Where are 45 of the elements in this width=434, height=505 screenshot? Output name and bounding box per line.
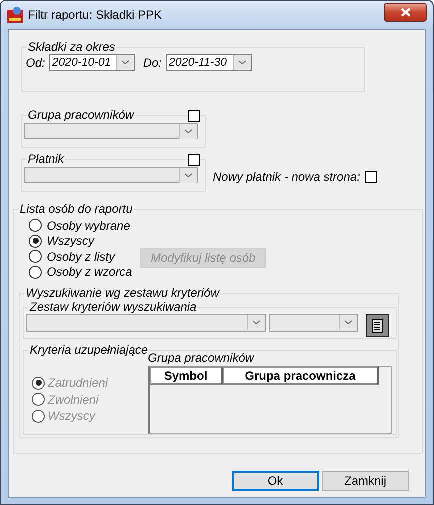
chevron-icon: [344, 320, 353, 325]
radio-label: Osoby z wzorca: [47, 265, 132, 280]
checkbox[interactable]: [188, 110, 200, 122]
group-label: Zestaw kryteriów wyszukiwania: [29, 300, 198, 314]
radio-label: Osoby wybrane: [47, 218, 130, 233]
dropdown-field[interactable]: [24, 167, 198, 183]
chevron-icon: [238, 60, 248, 65]
dropdown-field[interactable]: [24, 123, 198, 139]
group-label: Lista osób do raportu: [19, 202, 134, 216]
radio-label: Zwolnieni: [48, 392, 99, 407]
checkbox[interactable]: [365, 171, 378, 183]
criteria-button[interactable]: [366, 314, 389, 337]
window-title: Filtr raportu: Składki PPK: [28, 8, 164, 22]
radio-button[interactable]: [29, 266, 42, 279]
field-label: Do:: [143, 56, 162, 70]
chevron-icon: [184, 173, 193, 178]
group-label: Płatnik: [27, 152, 66, 166]
radio-label: Wszyscy: [48, 409, 96, 424]
dialog-button[interactable]: Ok: [232, 471, 319, 491]
date-field[interactable]: 2020-10-01: [49, 54, 136, 71]
app-icon: [7, 7, 23, 23]
dialog-button[interactable]: Zamknij: [322, 471, 409, 491]
chevron-icon: [184, 129, 193, 134]
radio-button[interactable]: [29, 250, 42, 264]
radio-label: Zatrudnieni: [48, 376, 108, 390]
radio-label: Osoby z listy: [47, 250, 116, 264]
close-icon: [400, 8, 410, 16]
group-label: Wyszukiwanie wg zestawu kryteriów: [25, 286, 220, 300]
radio-label: Wszyscy: [47, 234, 94, 248]
date-field[interactable]: 2020-11-30: [166, 54, 252, 71]
group-label: Składki za okres: [27, 40, 116, 54]
checkbox-label: Nowy płatnik - nowa strona:: [213, 170, 360, 184]
dropdown-field[interactable]: [269, 314, 358, 332]
group-label: Grupa pracowników: [27, 108, 136, 122]
document-icon: [372, 318, 383, 332]
checkbox[interactable]: [188, 154, 200, 166]
radio-button[interactable]: [29, 234, 42, 248]
chevron-icon: [121, 60, 130, 65]
chevron-icon: [252, 320, 261, 325]
group-label: Kryteria uzupełniające: [29, 343, 148, 357]
dropdown-field[interactable]: [26, 314, 266, 332]
close-button[interactable]: [384, 2, 427, 22]
radio-button[interactable]: [29, 219, 42, 232]
field-label: Od:: [26, 56, 46, 70]
table-label: Grupa pracowników: [148, 351, 256, 365]
